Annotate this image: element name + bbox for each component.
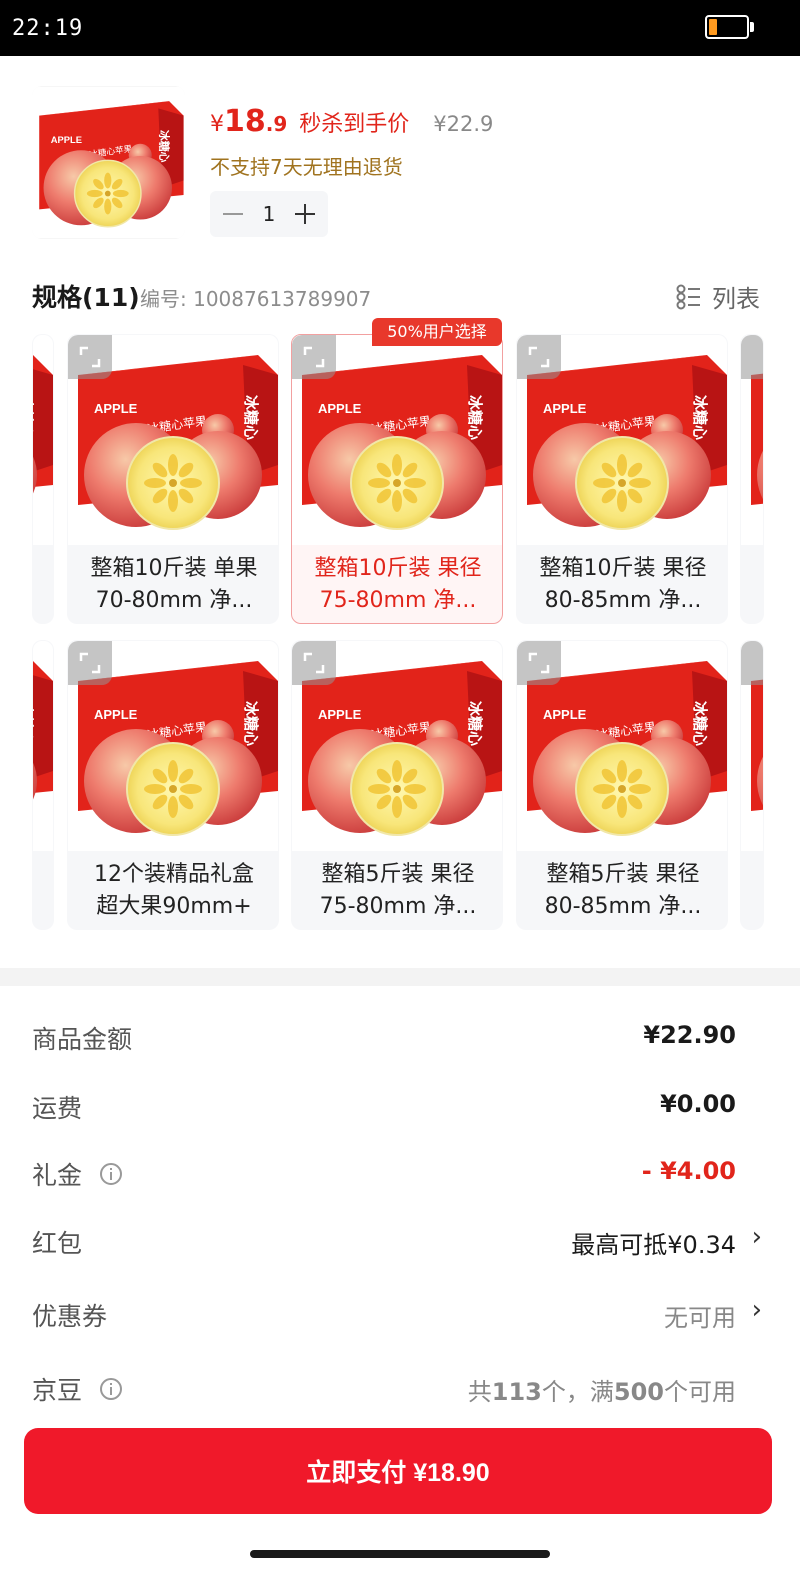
chevron-right-icon[interactable]: › xyxy=(752,1222,762,1252)
section-divider xyxy=(0,968,800,986)
coupon-value[interactable]: 无可用 xyxy=(664,1298,736,1333)
redpacket-value[interactable]: 最高可抵¥0.34 xyxy=(571,1225,736,1260)
expand-icon[interactable] xyxy=(517,641,561,685)
spec-title: 规格(11) xyxy=(32,283,140,312)
gift-row-label: 礼金 xyxy=(32,1156,123,1192)
spec-label: 整箱10斤装 果径 75-80mm 净... xyxy=(314,556,482,613)
chevron-right-icon[interactable]: › xyxy=(752,1295,762,1325)
battery-icon xyxy=(705,15,749,39)
info-icon[interactable] xyxy=(100,1378,123,1400)
spec-card[interactable]: 整箱10斤装 果径 80-85mm 净... xyxy=(516,334,728,624)
battery-tip xyxy=(750,22,754,32)
expand-icon[interactable] xyxy=(292,641,336,685)
original-price: ¥22.9 xyxy=(433,112,494,136)
home-indicator[interactable] xyxy=(250,1550,550,1558)
quantity-stepper: 1 xyxy=(210,191,328,237)
spec-label: 整箱5斤装 果径 75-80mm 净... xyxy=(319,862,477,919)
expand-icon[interactable] xyxy=(68,641,112,685)
spec-card[interactable]: 整箱10斤装 单果 70-80mm 净... xyxy=(67,334,279,624)
popular-choice-tag: 50%用户选择 xyxy=(372,318,502,346)
list-icon xyxy=(676,284,702,310)
price-integer: 18 xyxy=(224,104,266,139)
jingdou-row-label: 京豆 xyxy=(32,1371,123,1407)
expand-icon[interactable] xyxy=(292,335,336,379)
spec-card[interactable]: 整箱5斤装 果径 80-85mm 净... xyxy=(516,640,728,930)
spec-card[interactable]: 12个装精品礼盒 超大果90mm+ xyxy=(67,640,279,930)
price-label: 秒杀到手价 xyxy=(299,112,410,137)
redpacket-label: 红包 xyxy=(32,1229,83,1258)
quantity-value[interactable]: 1 xyxy=(263,202,276,226)
price-symbol: ¥ xyxy=(210,112,224,137)
return-policy: 不支持7天无理由退货 xyxy=(210,155,403,179)
spec-label: 整箱5斤装 果径 80-85mm 净... xyxy=(544,862,702,919)
spec-card-partial[interactable] xyxy=(740,640,764,930)
spec-card-partial[interactable] xyxy=(32,334,54,624)
expand-icon[interactable] xyxy=(517,335,561,379)
expand-icon[interactable] xyxy=(68,335,112,379)
shipping-value: ¥0.00 xyxy=(660,1090,736,1118)
spec-label: 整箱10斤装 单果 70-80mm 净... xyxy=(90,556,258,613)
shipping-label: 运费 xyxy=(32,1094,83,1123)
list-view-toggle[interactable]: 列表 xyxy=(676,279,760,314)
info-icon[interactable] xyxy=(100,1163,123,1185)
spec-card[interactable]: 整箱5斤装 果径 75-80mm 净... xyxy=(291,640,503,930)
spec-label: 整箱10斤装 果径 80-85mm 净... xyxy=(539,556,707,613)
gift-label: 礼金 xyxy=(32,1161,83,1190)
price-decimal: .9 xyxy=(265,112,288,136)
spec-card-partial[interactable] xyxy=(32,640,54,930)
jingdou-value: 共113个，满500个可用 xyxy=(467,1378,736,1406)
expand-icon[interactable] xyxy=(741,641,763,685)
pay-now-button[interactable]: 立即支付 ¥18.90 xyxy=(24,1428,772,1514)
spec-card-selected[interactable]: 整箱10斤装 果径 75-80mm 净... xyxy=(291,334,503,624)
plus-icon[interactable] xyxy=(292,201,318,227)
product-thumbnail[interactable] xyxy=(32,86,185,239)
expand-icon[interactable] xyxy=(741,335,763,379)
price-row: ¥ 18 .9 秒杀到手价 ¥22.9 xyxy=(210,104,493,139)
list-label: 列表 xyxy=(712,285,760,313)
goods-amount-label: 商品金额 xyxy=(32,1025,133,1054)
spec-label: 12个装精品礼盒 超大果90mm+ xyxy=(94,862,254,919)
jingdou-label: 京豆 xyxy=(32,1376,83,1405)
coupon-label: 优惠券 xyxy=(32,1302,108,1331)
spec-card-partial[interactable] xyxy=(740,334,764,624)
goods-amount-value: ¥22.90 xyxy=(643,1021,736,1049)
spec-code: 编号: 10087613789907 xyxy=(140,287,372,311)
gift-value: - ¥4.00 xyxy=(641,1157,736,1185)
minus-icon[interactable] xyxy=(220,201,246,227)
status-time: 22:19 xyxy=(12,16,84,41)
status-bar: 22:19 xyxy=(0,0,800,56)
